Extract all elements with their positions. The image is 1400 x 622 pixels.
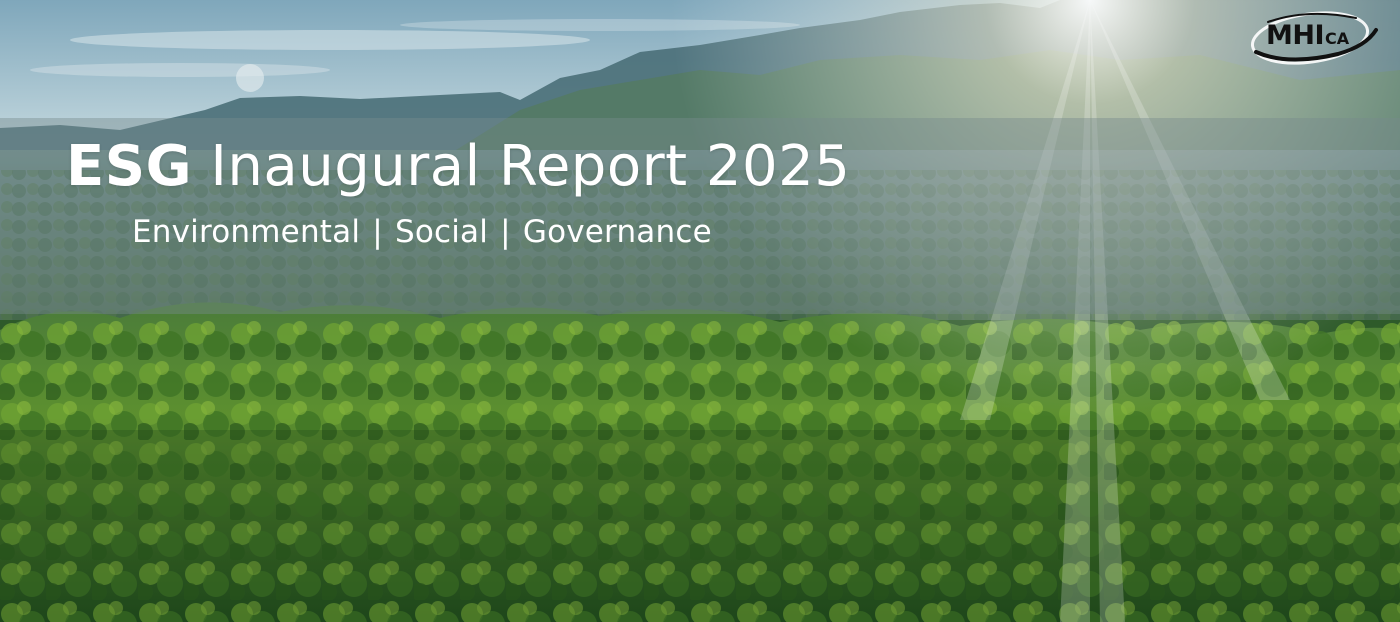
subtitle-separator: | [372, 214, 383, 250]
subtitle-governance: Governance [522, 214, 712, 250]
subtitle-social: Social [394, 214, 489, 250]
report-title-rest: Inaugural Report 2025 [210, 134, 851, 199]
logo-wordmark: MHICA [1266, 20, 1349, 51]
hero-slide: ESG Inaugural Report 2025 Environmental … [0, 0, 1400, 622]
report-subtitle: Environmental | Social | Governance [132, 214, 712, 250]
report-title: ESG Inaugural Report 2025 [66, 134, 850, 199]
logo-main-text: MHI [1266, 20, 1325, 51]
company-logo: MHICA [1248, 8, 1388, 66]
report-title-bold: ESG [66, 134, 193, 199]
subtitle-separator: | [500, 214, 511, 250]
logo-sub-text: CA [1325, 29, 1350, 48]
subtitle-environmental: Environmental [132, 214, 361, 250]
